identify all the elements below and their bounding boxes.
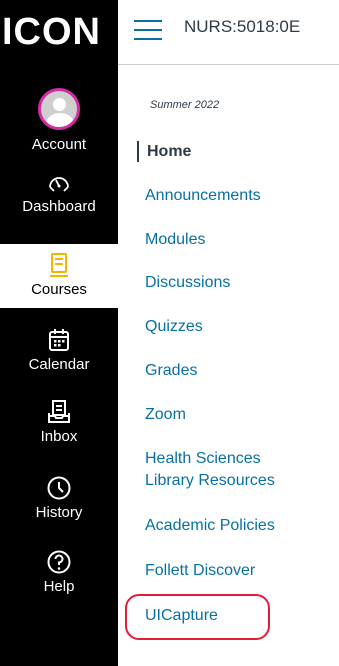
course-link-modules[interactable]: Modules	[145, 229, 205, 250]
nav-item-history[interactable]: History	[0, 473, 118, 521]
global-navigation: ICON Account Dashboard Courses Calendar …	[0, 0, 118, 666]
course-link-zoom[interactable]: Zoom	[145, 404, 186, 425]
nav-item-courses[interactable]: Courses	[0, 244, 118, 308]
course-link-discussions[interactable]: Discussions	[145, 272, 230, 293]
courses-icon	[50, 253, 68, 277]
nav-label-dashboard: Dashboard	[22, 198, 96, 215]
term-label: Summer 2022	[150, 99, 220, 111]
nav-label-account: Account	[31, 136, 87, 153]
course-title[interactable]: NURS:5018:0E	[184, 17, 300, 37]
uicapture-highlight-box	[125, 594, 270, 640]
inbox-icon	[48, 400, 70, 423]
dashboard-icon	[49, 177, 69, 192]
nav-label-inbox: Inbox	[40, 428, 78, 445]
course-link-academic-policies[interactable]: Academic Policies	[145, 515, 275, 536]
calendar-icon	[49, 329, 69, 351]
hamburger-menu-icon[interactable]	[134, 20, 162, 42]
course-link-follett-discover[interactable]: Follett Discover	[145, 560, 255, 581]
course-link-health-sciences[interactable]: Health Sciences	[145, 448, 261, 469]
nav-label-help: Help	[43, 578, 75, 595]
course-link-quizzes[interactable]: Quizzes	[145, 316, 203, 337]
nav-item-inbox[interactable]: Inbox	[0, 397, 118, 445]
nav-item-account[interactable]: Account	[0, 88, 118, 153]
nav-item-calendar[interactable]: Calendar	[0, 325, 118, 373]
course-link-library-resources[interactable]: Library Resources	[145, 470, 275, 491]
nav-label-courses: Courses	[31, 281, 87, 298]
course-header: NURS:5018:0E	[118, 0, 339, 65]
course-link-grades[interactable]: Grades	[145, 360, 197, 381]
nav-item-dashboard[interactable]: Dashboard	[0, 167, 118, 215]
course-link-announcements[interactable]: Announcements	[145, 185, 261, 206]
history-icon	[47, 476, 71, 500]
avatar-icon	[38, 88, 80, 130]
course-link-home[interactable]: Home	[137, 141, 191, 162]
nav-label-history: History	[35, 504, 83, 521]
icon-logo[interactable]: ICON	[2, 12, 114, 52]
nav-label-calendar: Calendar	[28, 356, 90, 373]
nav-item-help[interactable]: Help	[0, 547, 118, 595]
help-icon	[47, 550, 71, 574]
